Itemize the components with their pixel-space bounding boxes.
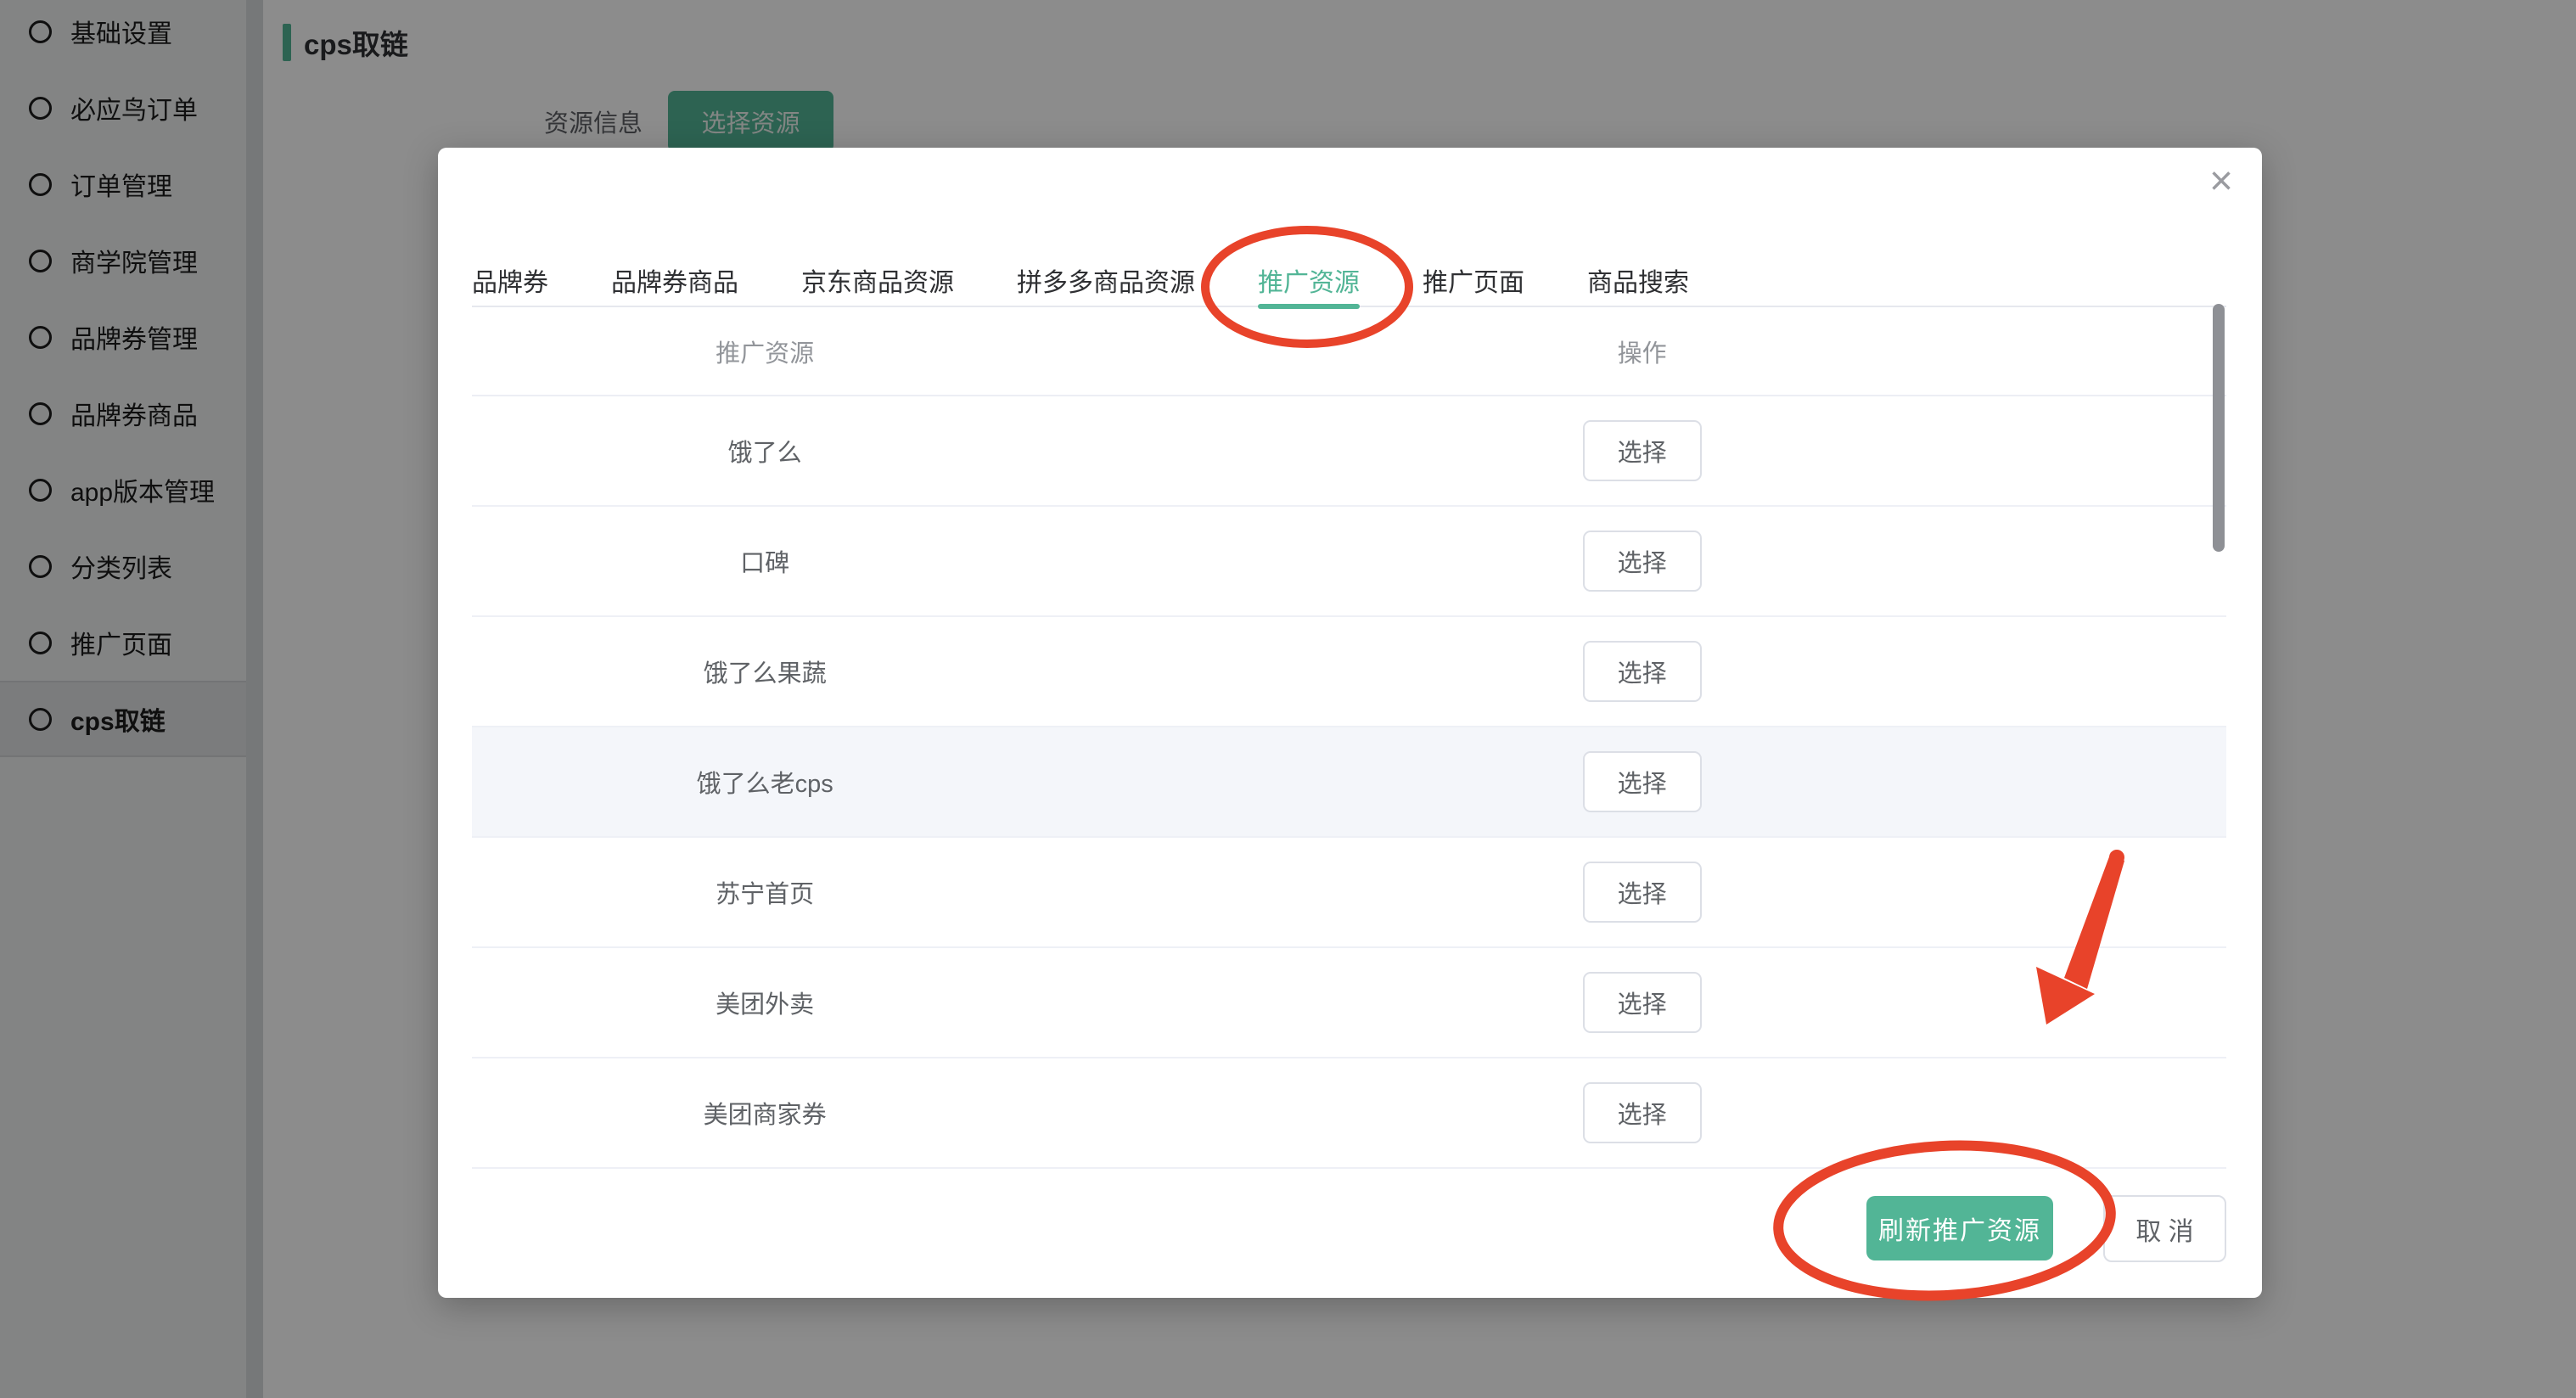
- refresh-button[interactable]: 刷新推广资源: [1866, 1196, 2053, 1260]
- resource-table: 推广资源 操作 饿了么 选择 口碑 选择: [472, 307, 2226, 1169]
- modal-tab-label: 品牌券商品: [611, 261, 738, 299]
- modal-tab-label: 推广资源: [1258, 261, 1360, 299]
- modal-tab[interactable]: 品牌券商品: [611, 255, 738, 306]
- select-button[interactable]: 选择: [1583, 531, 1702, 592]
- scrollbar-thumb[interactable]: [2213, 304, 2225, 552]
- select-resource-modal: × 品牌券 品牌券商品 京东商品资源 拼多多商品资源: [438, 148, 2262, 1298]
- column-header-action: 操作: [1058, 334, 2226, 369]
- modal-tabs: 品牌券 品牌券商品 京东商品资源 拼多多商品资源 推广资源: [472, 255, 2226, 307]
- resource-name: 饿了么: [472, 433, 1058, 469]
- modal-tab-label: 推广页面: [1423, 261, 1524, 299]
- resource-name: 饿了么老cps: [472, 764, 1058, 800]
- select-button[interactable]: 选择: [1583, 641, 1702, 702]
- close-icon[interactable]: ×: [2209, 161, 2233, 202]
- table-body: 饿了么 选择 口碑 选择 饿了么果蔬: [472, 396, 2226, 1169]
- select-button[interactable]: 选择: [1583, 420, 1702, 481]
- table-row: 口碑 选择: [472, 507, 2226, 617]
- modal-tab[interactable]: 推广页面: [1423, 255, 1524, 306]
- modal-tab[interactable]: 商品搜索: [1587, 255, 1689, 306]
- resource-name: 饿了么果蔬: [472, 654, 1058, 689]
- table-row: 饿了么老cps 选择: [472, 727, 2226, 838]
- modal-tab-label: 商品搜索: [1587, 261, 1689, 299]
- modal-tab-label: 拼多多商品资源: [1017, 261, 1195, 299]
- modal-tab[interactable]: 京东商品资源: [801, 255, 954, 306]
- select-button[interactable]: 选择: [1583, 972, 1702, 1033]
- modal-tab[interactable]: 品牌券: [472, 255, 548, 306]
- table-row: 苏宁首页 选择: [472, 838, 2226, 948]
- resource-name: 美团外卖: [472, 985, 1058, 1020]
- app-root: 基础设置 必应鸟订单 订单管理 商学院管理: [0, 0, 2576, 1398]
- select-button[interactable]: 选择: [1583, 751, 1702, 812]
- modal-tab[interactable]: 拼多多商品资源: [1017, 255, 1195, 306]
- resource-name: 苏宁首页: [472, 874, 1058, 910]
- table-header-row: 推广资源 操作: [472, 307, 2226, 396]
- select-button[interactable]: 选择: [1583, 1082, 1702, 1143]
- table-row: 饿了么 选择: [472, 396, 2226, 507]
- table-row: 美团外卖 选择: [472, 948, 2226, 1058]
- table-row: 饿了么果蔬 选择: [472, 617, 2226, 727]
- modal-tab[interactable]: 推广资源: [1258, 255, 1360, 306]
- table-row: 美团商家券 选择: [472, 1058, 2226, 1169]
- resource-name: 口碑: [472, 543, 1058, 579]
- resource-name: 美团商家券: [472, 1095, 1058, 1131]
- column-header-resource: 推广资源: [472, 334, 1058, 369]
- modal-tab-label: 京东商品资源: [801, 261, 954, 299]
- select-button[interactable]: 选择: [1583, 862, 1702, 923]
- cancel-button[interactable]: 取 消: [2103, 1195, 2226, 1262]
- modal-tab-label: 品牌券: [472, 261, 548, 299]
